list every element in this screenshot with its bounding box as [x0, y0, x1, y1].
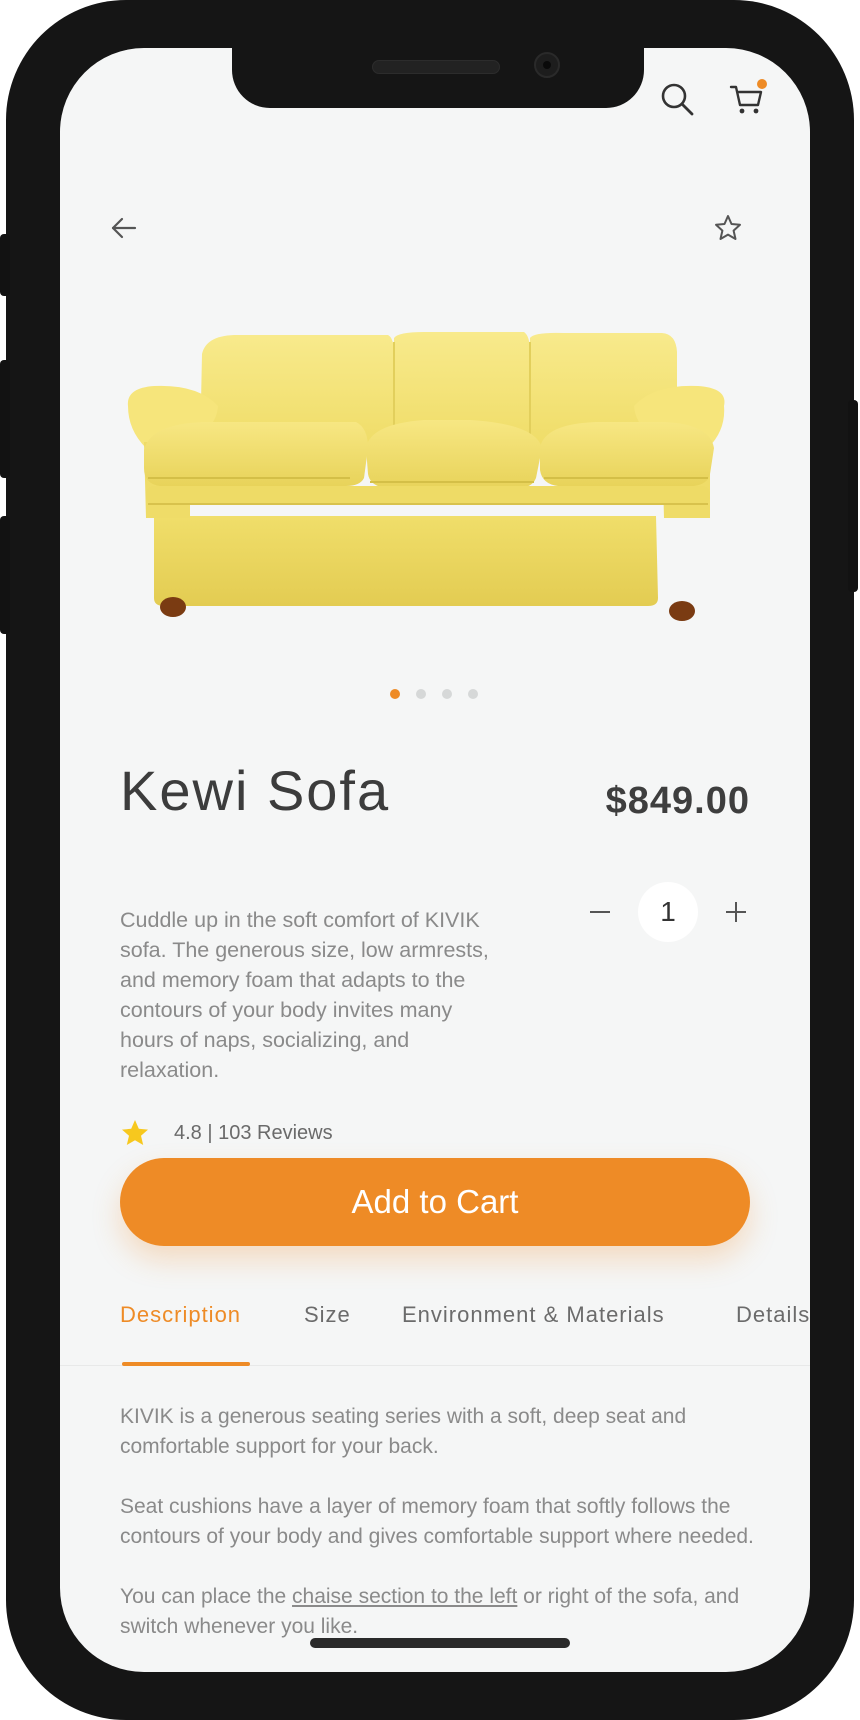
- arrow-left-icon: [111, 217, 137, 239]
- add-to-cart-button[interactable]: Add to Cart: [120, 1158, 750, 1246]
- decrease-quantity-button[interactable]: [580, 882, 620, 942]
- star-filled-icon: [122, 1120, 148, 1145]
- star-outline-icon: [715, 215, 741, 240]
- product-rating[interactable]: 4.8 | 103 Reviews: [120, 1118, 333, 1148]
- paragraph-text: You can place the: [120, 1585, 293, 1608]
- front-camera: [534, 52, 560, 78]
- chaise-section-link[interactable]: chaise section to the left: [292, 1585, 517, 1608]
- tab-environment-materials[interactable]: Environment & Materials: [402, 1302, 665, 1328]
- search-icon: [661, 83, 694, 116]
- favorite-button[interactable]: [710, 210, 746, 246]
- back-button[interactable]: [106, 210, 142, 246]
- description-paragraph: You can place the chaise section to the …: [120, 1582, 770, 1642]
- app-screen: Kewi Sofa $849.00 1 Cuddle up in the sof…: [60, 48, 810, 1672]
- quantity-value[interactable]: 1: [638, 882, 698, 942]
- phone-side-button: [0, 234, 10, 296]
- description-content: KIVIK is a generous seating series with …: [120, 1402, 770, 1672]
- phone-notch: [232, 48, 644, 108]
- minus-icon: [590, 911, 610, 913]
- phone-volume-up-button: [0, 360, 10, 478]
- cart-notification-dot: [757, 79, 767, 89]
- active-tab-indicator: [122, 1362, 250, 1366]
- tab-size[interactable]: Size: [304, 1302, 351, 1328]
- carousel-indicator: [390, 689, 478, 699]
- carousel-dot[interactable]: [442, 689, 452, 699]
- product-info-tabs: Description Size Environment & Materials…: [60, 1302, 810, 1366]
- description-paragraph: KIVIK is a generous seating series with …: [120, 1405, 687, 1458]
- phone-volume-down-button: [0, 516, 10, 634]
- product-price: $849.00: [605, 780, 750, 822]
- product-description: Cuddle up in the soft comfort of KIVIK s…: [120, 908, 489, 1082]
- plus-icon: [726, 902, 746, 922]
- description-paragraph: Seat cushions have a layer of memory foa…: [120, 1495, 754, 1548]
- product-title: Kewi Sofa: [120, 759, 391, 822]
- phone-power-button: [848, 400, 858, 592]
- rating-text: 4.8 | 103 Reviews: [174, 1121, 333, 1144]
- quantity-stepper: 1: [580, 882, 756, 942]
- home-indicator[interactable]: [310, 1638, 570, 1648]
- carousel-dot[interactable]: [390, 689, 400, 699]
- tab-description[interactable]: Description: [120, 1302, 241, 1328]
- cart-button[interactable]: [726, 78, 768, 120]
- carousel-dot[interactable]: [468, 689, 478, 699]
- speaker-grille: [372, 60, 500, 74]
- phone-frame: Kewi Sofa $849.00 1 Cuddle up in the sof…: [0, 0, 858, 1720]
- search-button[interactable]: [656, 78, 698, 120]
- product-image-sofa: [127, 332, 725, 621]
- tab-details[interactable]: Details: [736, 1302, 810, 1328]
- carousel-dot[interactable]: [416, 689, 426, 699]
- increase-quantity-button[interactable]: [716, 882, 756, 942]
